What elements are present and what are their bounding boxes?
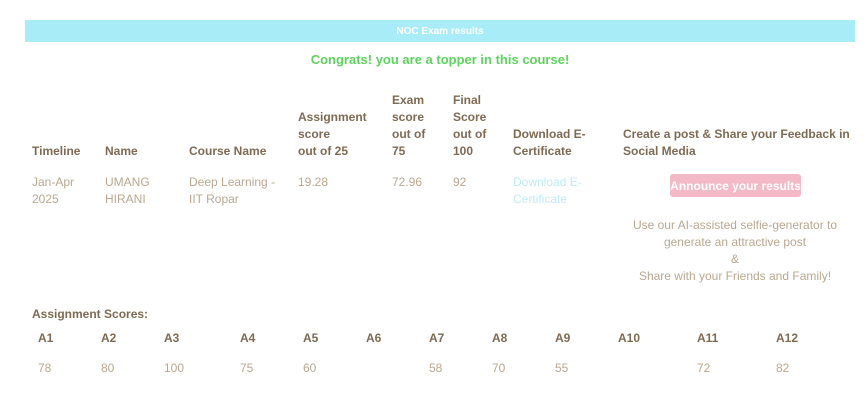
assignment-score: 75 — [240, 361, 254, 375]
download-certificate-line: Download E- — [513, 175, 582, 189]
assignment-label: A10 — [618, 331, 641, 345]
cell-course-line: Deep Learning - — [189, 175, 276, 189]
assignment-score: 82 — [776, 361, 790, 375]
cell-exam-score: 72.96 — [392, 175, 423, 189]
header-download-line: Certificate — [513, 144, 572, 158]
assignment-label: A2 — [101, 331, 117, 345]
cell-timeline-line: Jan-Apr — [32, 175, 75, 189]
cell-timeline: Jan-Apr 2025 — [32, 174, 74, 208]
assignment-score: 78 — [38, 361, 52, 375]
exam-results-banner: NOC Exam results — [25, 20, 855, 42]
assignment-label: A12 — [776, 331, 799, 345]
header-download-certificate: Download E- Certificate — [513, 126, 586, 160]
assignment-label: A7 — [429, 331, 445, 345]
cell-timeline-line: 2025 — [32, 192, 59, 206]
congrats-message: Congrats! you are a topper in this cours… — [310, 52, 570, 67]
assignment-score: 80 — [101, 361, 115, 375]
cell-name-line: HIRANI — [105, 192, 146, 206]
header-exam-line: score — [392, 110, 425, 124]
header-assignment-line: Assignment — [298, 110, 367, 124]
header-final-score: Final Score out of 100 — [453, 92, 486, 160]
assignment-scores-title: Assignment Scores: — [32, 307, 149, 321]
assignment-score: 55 — [555, 361, 569, 375]
promo-line: Share with your Friends and Family! — [638, 269, 832, 283]
assignment-score: 60 — [303, 361, 317, 375]
header-exam-score: Exam score out of 75 — [392, 92, 425, 160]
header-assignment-score: Assignment score out of 25 — [298, 109, 367, 160]
cell-name-line: UMANG — [105, 175, 150, 189]
header-share-line: Social Media — [623, 144, 696, 158]
assignment-label: A1 — [38, 331, 54, 345]
selfie-generator-promo: Use our AI-assisted selfie-generator to … — [620, 217, 850, 285]
assignment-label: A4 — [240, 331, 256, 345]
header-exam-line: Exam — [392, 93, 425, 107]
assignment-label: A9 — [555, 331, 571, 345]
header-final-line: Score — [453, 110, 487, 124]
announce-results-button[interactable]: Announce your results — [670, 174, 801, 197]
promo-line: generate an attractive post — [663, 235, 807, 249]
assignment-score: 70 — [492, 361, 506, 375]
assignment-label: A5 — [303, 331, 319, 345]
download-certificate-link[interactable]: Download E- Certificate — [513, 174, 582, 208]
header-exam-line: 75 — [392, 144, 406, 158]
header-assignment-line: score — [298, 127, 331, 141]
header-final-line: 100 — [453, 144, 474, 158]
cell-final-score: 92 — [453, 175, 467, 189]
cell-course-line: IIT Ropar — [189, 192, 239, 206]
header-name: Name — [105, 144, 138, 158]
header-course-name: Course Name — [189, 144, 267, 158]
header-assignment-line: out of 25 — [298, 144, 348, 158]
header-share-feedback: Create a post & Share your Feedback in S… — [623, 126, 850, 160]
cell-assignment-score: 19.28 — [298, 175, 329, 189]
assignment-label: A3 — [164, 331, 180, 345]
assignment-score: 72 — [697, 361, 711, 375]
promo-line: & — [730, 252, 739, 266]
download-certificate-line: Certificate — [513, 192, 568, 206]
assignment-label: A6 — [366, 331, 382, 345]
promo-line: Use our AI-assisted selfie-generator to — [632, 218, 838, 232]
assignment-score: 58 — [429, 361, 443, 375]
header-timeline: Timeline — [32, 144, 81, 158]
cell-course-name: Deep Learning - IIT Ropar — [189, 174, 275, 208]
header-final-line: out of — [453, 127, 487, 141]
assignment-label: A11 — [697, 331, 719, 345]
header-final-line: Final — [453, 93, 482, 107]
assignment-label: A8 — [492, 331, 508, 345]
cell-name: UMANG HIRANI — [105, 174, 150, 208]
assignment-score: 100 — [164, 361, 185, 375]
header-share-line: Create a post & Share your Feedback in — [623, 127, 850, 141]
header-download-line: Download E- — [513, 127, 586, 141]
header-exam-line: out of — [392, 127, 426, 141]
